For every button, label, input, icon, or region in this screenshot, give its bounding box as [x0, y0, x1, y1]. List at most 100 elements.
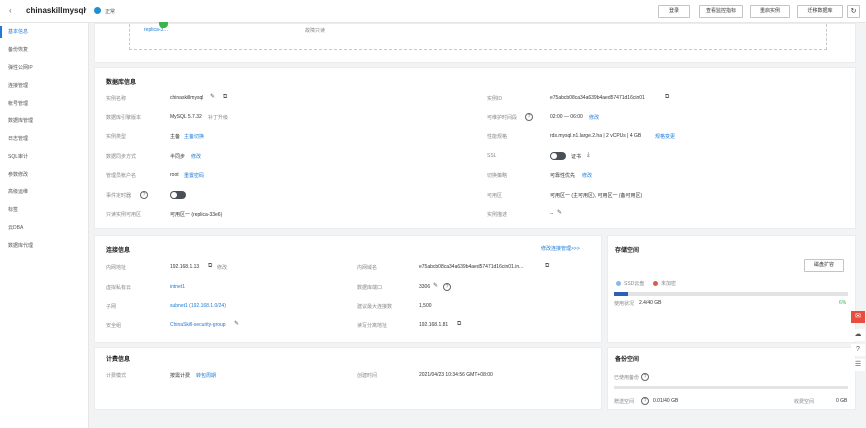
value-switch-strategy: 可靠性优先	[550, 173, 576, 179]
reset-password-link[interactable]: 重置密码	[184, 172, 204, 179]
manage-connection-link[interactable]: 修改连接管理>>>	[541, 245, 580, 252]
label-security-group: 安全组	[106, 323, 122, 329]
label-engine-version: 数据库引擎版本	[106, 115, 142, 121]
to-subscription-link[interactable]: 转包周期	[196, 372, 216, 379]
sidebar-item-eip[interactable]: 弹性公网IP	[0, 62, 89, 74]
sidebar-item-tags[interactable]: 标签	[0, 204, 89, 216]
sidebar-item-db-proxy[interactable]: 数据库代理	[0, 240, 89, 252]
label-admin-account: 管理员帐户名	[106, 173, 137, 179]
value-description: --	[550, 211, 554, 217]
db-info-title: 数据库信息	[106, 80, 137, 86]
sidebar-item-sql-audit[interactable]: SQL审计	[0, 151, 89, 163]
value-maintenance-window: 02:00 — 06:00	[550, 114, 583, 120]
value-availability-zone: 可用区一 (主可用区), 可用区一 (备可用区)	[550, 193, 643, 199]
value-created-time: 2021/04/23 10:34:56 GMT+08:00	[419, 372, 493, 378]
ip-modify-link[interactable]: 修改	[217, 264, 227, 271]
vpc-link[interactable]: intnet1	[170, 284, 185, 290]
sidebar-item-connection[interactable]: 连接管理	[0, 80, 89, 92]
label-readonly-az: 只读实例可用区	[106, 212, 142, 218]
label-private-domain: 内网域名	[357, 265, 378, 271]
topology-frame	[129, 24, 827, 50]
disk-expand-button[interactable]: 磁盘扩容	[804, 259, 844, 272]
copy-icon[interactable]: ⧉	[457, 321, 461, 327]
sidebar-item-cloud-dba[interactable]: 云DBA	[0, 222, 89, 234]
view-monitor-button[interactable]: 查看监控指标	[699, 5, 743, 18]
value-instance-name: chinaskillmysql	[170, 95, 204, 101]
usage-value: 2.4/40 GB	[639, 300, 662, 306]
login-button[interactable]: 登录	[658, 5, 690, 18]
cloud-icon[interactable]: ☁	[851, 329, 865, 341]
subnet-link[interactable]: subnet1 (192.168.1.0/24)	[170, 303, 226, 309]
patch-upgrade-link[interactable]: 补丁升级	[208, 114, 228, 121]
value-private-ip: 192.168.1.13	[170, 264, 200, 270]
back-icon[interactable]: ‹	[9, 6, 12, 15]
event-scheduler-toggle[interactable]	[170, 191, 186, 199]
status-icon	[94, 7, 101, 14]
replica-link[interactable]: replica-3…	[144, 27, 168, 33]
restart-button[interactable]: 重启实例	[750, 5, 790, 18]
message-icon[interactable]: ✉	[851, 311, 865, 323]
help-icon[interactable]: ?	[443, 283, 451, 291]
label-max-connections: 建议最大连接数	[357, 304, 393, 310]
sidebar-item-params[interactable]: 参数修改	[0, 169, 89, 181]
switchover-link[interactable]: 主备切换	[184, 133, 204, 140]
help-icon[interactable]: ?	[641, 397, 649, 405]
help-icon[interactable]: ?	[641, 373, 649, 381]
download-icon[interactable]: ⤓	[587, 152, 590, 158]
value-private-domain: e75abcb08ca34a639b4aed57471d16cin01.in..…	[419, 264, 524, 270]
value-db-port: 3306	[419, 284, 431, 290]
sidebar-item-databases[interactable]: 数据库管理	[0, 115, 89, 127]
ssl-toggle[interactable]	[550, 152, 566, 160]
copy-icon[interactable]: ⧉	[545, 263, 549, 269]
security-group-link[interactable]: ChinaSkill-security-group	[170, 322, 226, 328]
value-readonly-az: 可用区一 (replica-33e6)	[170, 212, 223, 218]
used-backup-label: 已使用备份	[614, 375, 640, 381]
free-space-value: 0.01/40 GB	[653, 398, 679, 404]
copy-icon[interactable]: ⧉	[665, 94, 669, 100]
free-space-label: 赠送空间	[614, 399, 635, 405]
storage-title: 存储空间	[615, 248, 640, 254]
sidebar-item-logs[interactable]: 日志管理	[0, 133, 89, 145]
edit-icon[interactable]: ✎	[234, 321, 239, 327]
sidebar-item-advanced-ops[interactable]: 高级运维	[0, 186, 89, 198]
billing-panel: 计费信息 计费模式 按需计费 转包周期 创建时间 2021/04/23 10:3…	[94, 347, 602, 410]
doc-icon[interactable]: ☰	[851, 359, 865, 371]
topology-panel: replica-3… 故障只读	[94, 22, 856, 63]
help-icon[interactable]: ?	[851, 344, 865, 356]
encrypt-label: 未加密	[661, 281, 677, 287]
flavor-change-link[interactable]: 规格变更	[655, 133, 675, 140]
edit-icon[interactable]: ✎	[433, 283, 438, 289]
storage-usage-fill	[614, 292, 629, 296]
copy-icon[interactable]: ⧉	[208, 263, 212, 269]
refresh-icon[interactable]: ↻	[847, 5, 860, 18]
migrate-db-button[interactable]: 迁移数据库	[797, 5, 843, 18]
label-created-time: 创建时间	[357, 373, 378, 379]
sync-modify-link[interactable]: 修改	[191, 153, 201, 160]
label-subnet: 子网	[106, 304, 117, 310]
sidebar-item-accounts[interactable]: 帐号管理	[0, 98, 89, 110]
label-availability-zone: 可用区	[487, 193, 503, 199]
billing-title: 计费信息	[106, 357, 131, 363]
edit-icon[interactable]: ✎	[557, 210, 562, 216]
sidebar-item-basic-info[interactable]: 基本信息	[0, 26, 89, 38]
backup-panel: 备份空间 已使用备份 ? 赠送空间 ? 0.01/40 GB 收费空间 0 GB	[607, 347, 856, 410]
usage-label: 使用状况	[614, 301, 635, 307]
value-instance-type: 主备	[170, 134, 181, 140]
label-instance-name: 实例名称	[106, 96, 127, 102]
chevron-down-icon[interactable]: ▾	[84, 7, 87, 13]
value-rw-address: 192.168.1.81	[419, 322, 449, 328]
help-icon[interactable]: ?	[140, 191, 148, 199]
storage-panel: 存储空间 磁盘扩容 SSD云盘 未加密 使用状况 2.4/40 GB 6%	[607, 235, 856, 343]
strategy-modify-link[interactable]: 修改	[582, 172, 592, 179]
maintenance-modify-link[interactable]: 修改	[589, 114, 599, 121]
label-flavor: 性能规格	[487, 134, 508, 140]
value-engine-version: MySQL 5.7.32	[170, 114, 202, 120]
copy-icon[interactable]: ⧉	[223, 94, 227, 100]
label-sync-mode: 数据同步方式	[106, 154, 137, 160]
edit-icon[interactable]: ✎	[210, 94, 215, 100]
sidebar-item-backup[interactable]: 备份恢复	[0, 44, 89, 56]
help-icon[interactable]: ?	[525, 113, 533, 121]
storage-usage-bar	[614, 292, 848, 296]
charge-space-label: 收费空间	[794, 399, 815, 405]
value-billing-mode: 按需计费	[170, 373, 191, 379]
